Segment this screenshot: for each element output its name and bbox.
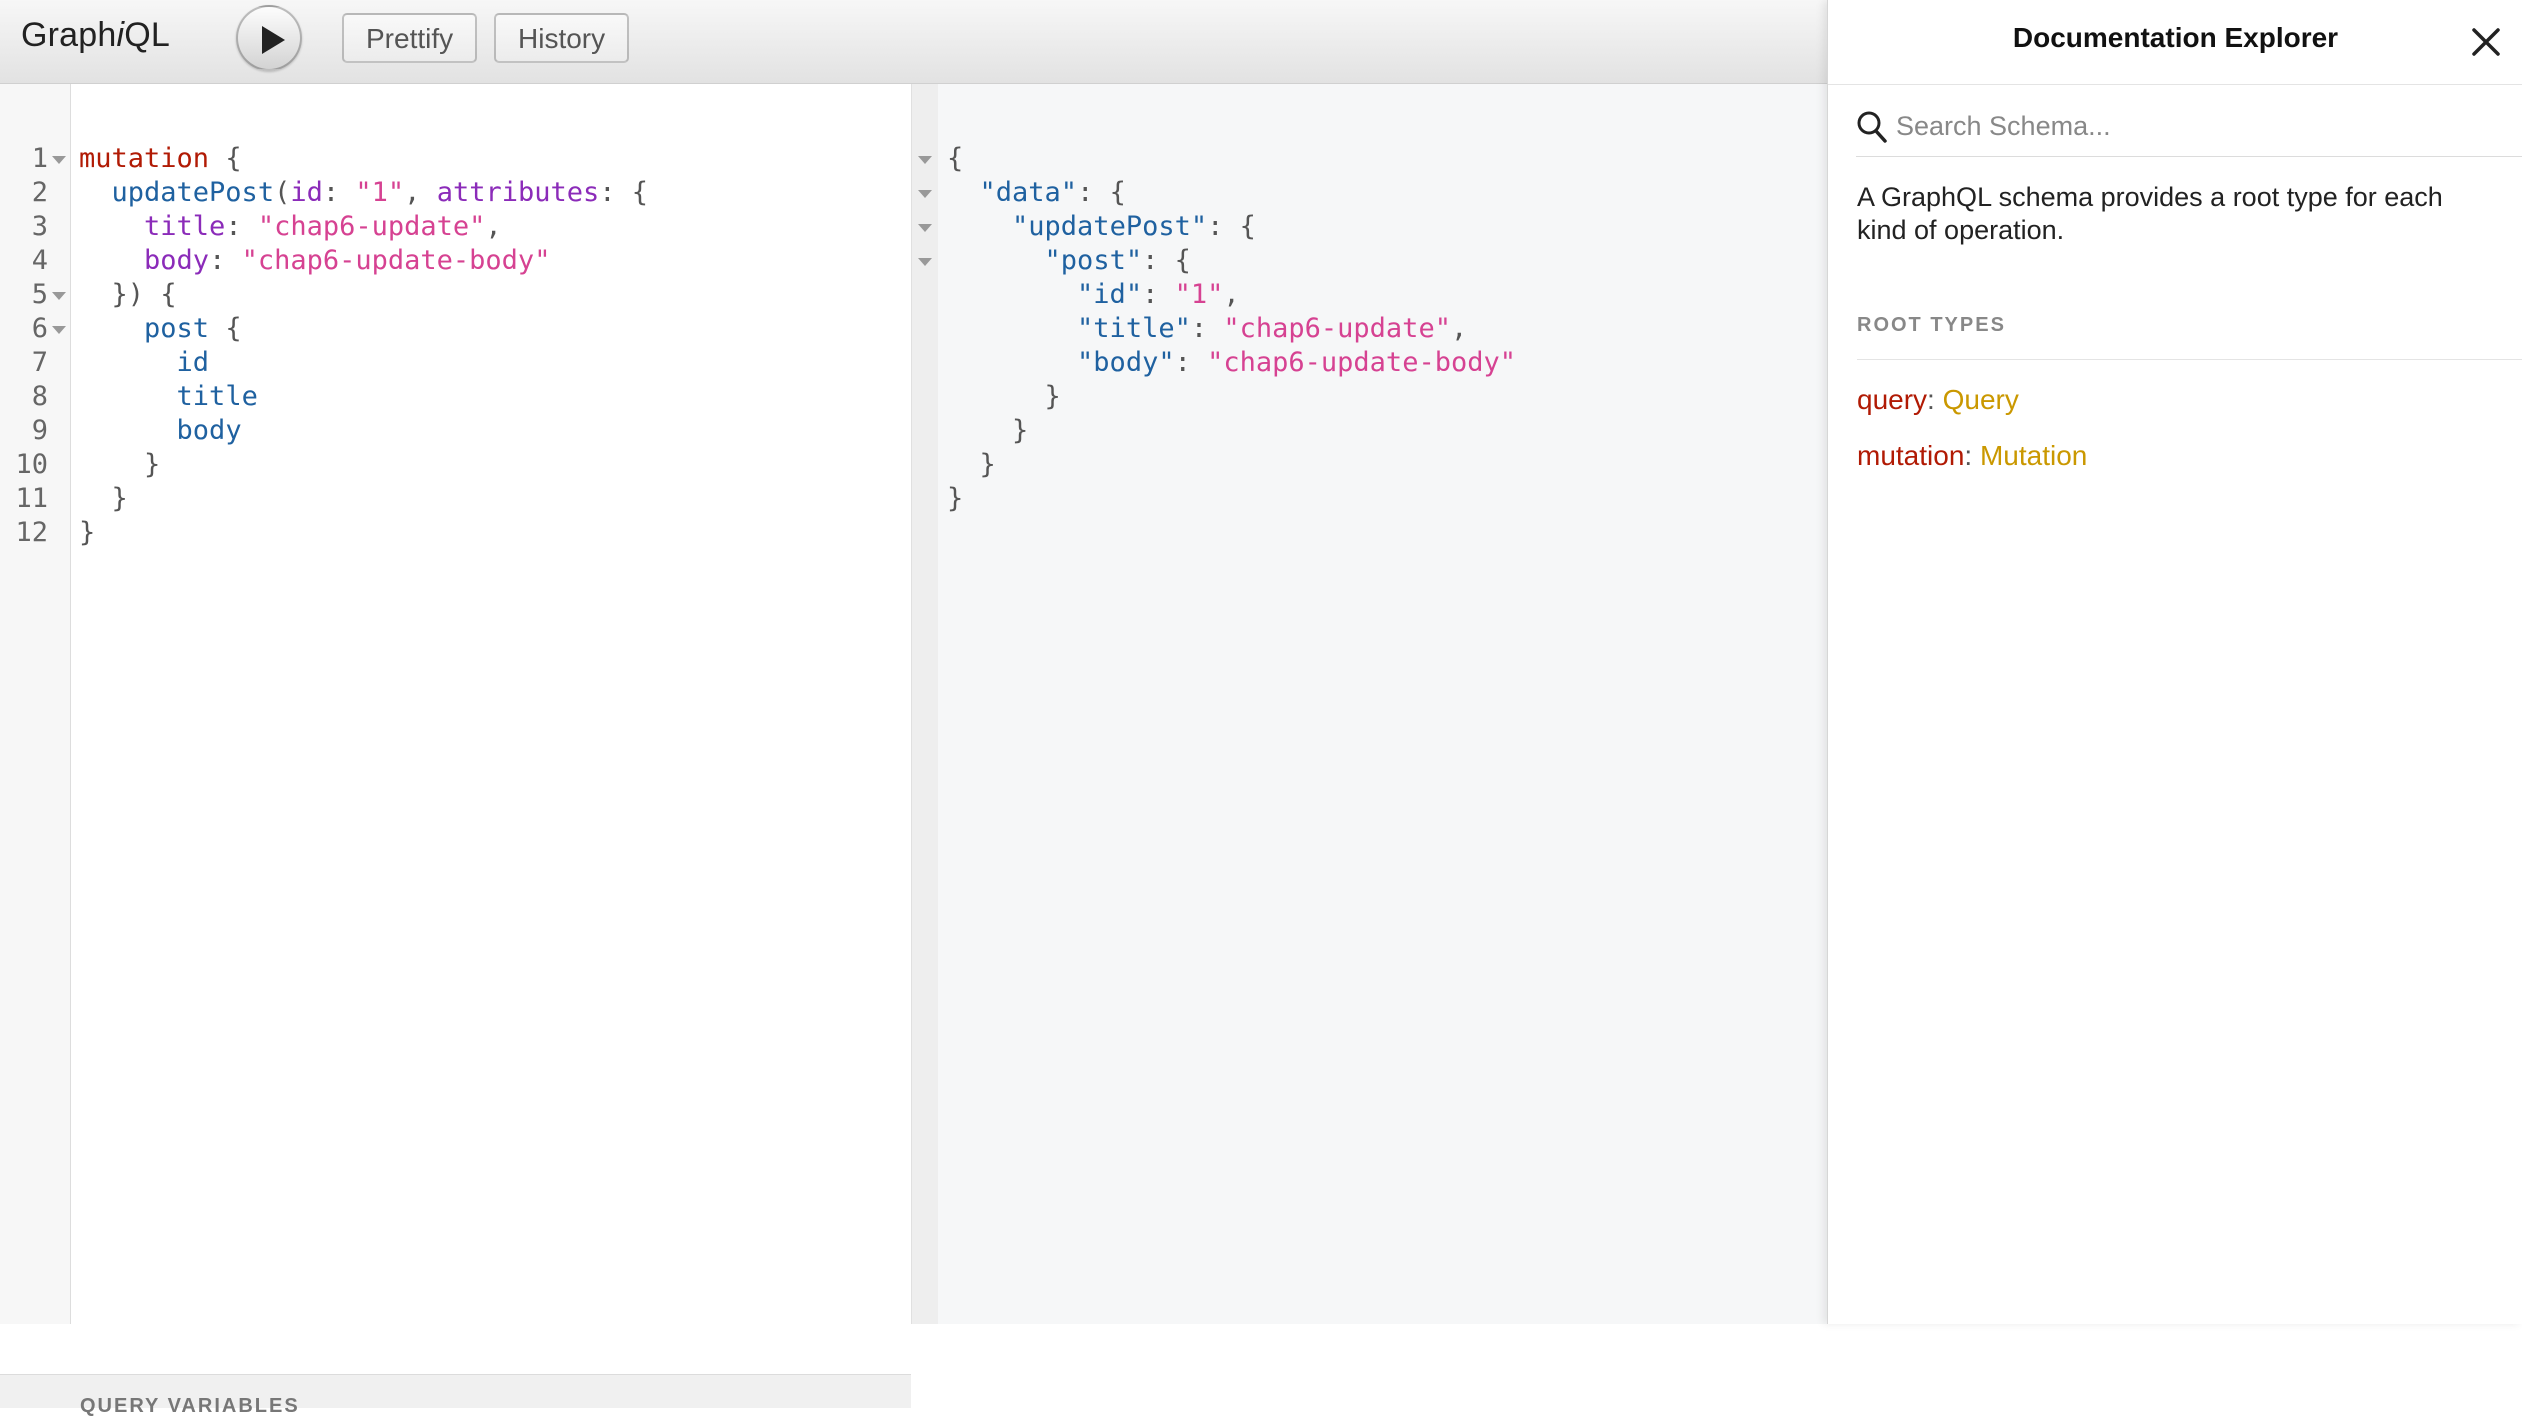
root-field-name[interactable]: mutation <box>1857 440 1964 471</box>
code-line: title <box>176 381 258 412</box>
line-number: 2 <box>31 177 48 208</box>
schema-search <box>1856 104 2522 157</box>
line-number: 5 <box>31 279 48 310</box>
result-line: "title": "chap6-update", <box>1077 313 1468 344</box>
result-line: } <box>1044 381 1061 412</box>
query-variables-label: QUERY VARIABLES <box>80 1395 300 1417</box>
fold-arrow-icon[interactable] <box>52 156 66 164</box>
play-icon <box>262 26 285 54</box>
top-toolbar: GraphiQL Prettify History <box>0 0 1827 84</box>
code-line: id <box>176 347 210 378</box>
search-icon <box>1857 111 1887 143</box>
line-number: 6 <box>31 313 48 344</box>
root-type-link[interactable]: Mutation <box>1980 440 2087 471</box>
fold-arrow-icon[interactable] <box>918 224 932 232</box>
fold-arrow-icon[interactable] <box>52 292 66 300</box>
root-field-name[interactable]: query <box>1857 384 1927 415</box>
code-line: mutation { <box>79 143 242 174</box>
line-number: 1 <box>31 143 48 174</box>
line-number: 7 <box>31 347 48 378</box>
code-line: title: "chap6-update", <box>144 211 502 242</box>
code-line: } <box>79 517 96 548</box>
root-types-heading: ROOT TYPES <box>1857 314 2006 336</box>
root-type-mutation: mutation: Mutation <box>1857 440 2088 471</box>
result-line: } <box>947 483 964 514</box>
close-icon[interactable] <box>2468 24 2504 60</box>
fold-arrow-icon[interactable] <box>918 258 932 266</box>
graphiql-logo: GraphiQL <box>21 16 171 54</box>
search-schema-input[interactable] <box>1896 104 2496 148</box>
line-number: 9 <box>31 415 48 446</box>
result-line: } <box>979 449 996 480</box>
graphiql-main: GraphiQL Prettify History 1 mutation { 2 u… <box>0 0 1827 1417</box>
line-number: 12 <box>15 517 48 548</box>
fold-arrow-icon[interactable] <box>52 326 66 334</box>
divider <box>1828 84 2522 85</box>
line-number: 3 <box>31 211 48 242</box>
doc-explorer-title: Documentation Explorer <box>2012 22 2339 53</box>
result-line: "body": "chap6-update-body" <box>1077 347 1516 378</box>
history-button[interactable]: History <box>494 13 630 63</box>
fold-arrow-icon[interactable] <box>918 190 932 198</box>
result-line: "updatePost": { <box>1012 211 1256 242</box>
line-number: 10 <box>15 449 48 480</box>
query-editor[interactable]: 1 mutation { 2 updatePost(id: "1", attribu… <box>0 84 912 1417</box>
result-fold-gutter <box>912 84 938 1324</box>
result-line: } <box>1012 415 1029 446</box>
line-number: 8 <box>31 381 48 412</box>
line-number: 11 <box>15 483 48 514</box>
code-line: post { <box>144 313 242 344</box>
root-type-link[interactable]: Query <box>1943 384 2019 415</box>
result-line: "post": { <box>1044 245 1191 276</box>
root-type-query: query: Query <box>1857 384 2019 415</box>
result-line: "data": { <box>979 177 1126 208</box>
code-line: body: "chap6-update-body" <box>144 245 551 276</box>
documentation-explorer: Documentation Explorer A GraphQL schema … <box>1827 0 2522 1324</box>
prettify-button[interactable]: Prettify <box>342 13 478 63</box>
result-line: { <box>947 143 964 174</box>
query-variables-bar[interactable]: QUERY VARIABLES <box>0 1374 911 1417</box>
result-viewer: { "data": { "updatePost": { "post": { "i… <box>912 84 1827 1324</box>
code-line: } <box>111 483 128 514</box>
divider <box>1857 359 2522 360</box>
code-line: }) { <box>111 279 177 310</box>
execute-query-button[interactable] <box>236 5 302 71</box>
code-line: body <box>176 415 242 446</box>
schema-description: A GraphQL schema provides a root type fo… <box>1857 182 2443 245</box>
result-line: "id": "1", <box>1077 279 1240 310</box>
code-line: updatePost(id: "1", attributes: { <box>111 177 649 208</box>
code-line: } <box>144 449 161 480</box>
fold-arrow-icon[interactable] <box>918 156 932 164</box>
line-number: 4 <box>31 245 48 276</box>
